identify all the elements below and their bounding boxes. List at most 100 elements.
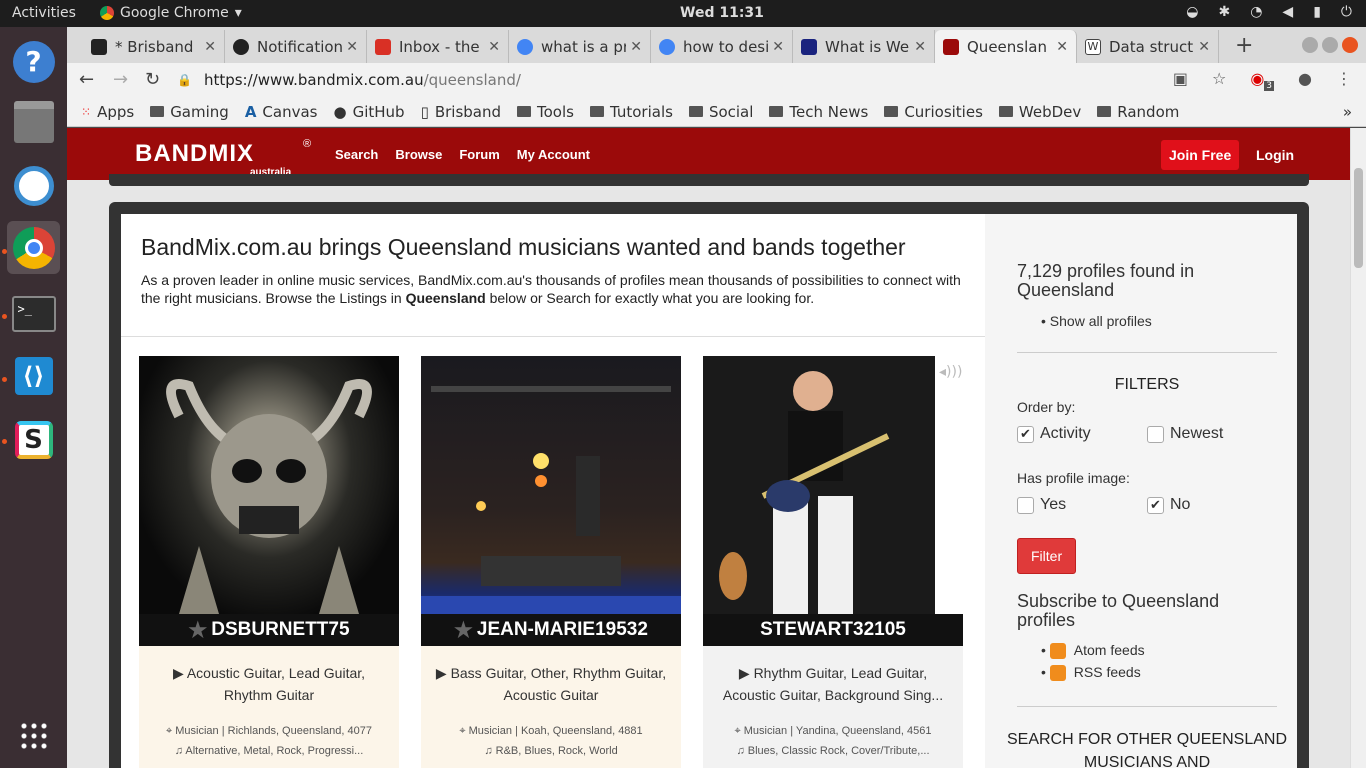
main-content: BandMix.com.au brings Queensland musicia…	[121, 214, 985, 768]
bookmark-tools[interactable]: Tools	[517, 103, 574, 121]
profile-image[interactable]	[139, 356, 399, 614]
tab-what-is-web[interactable]: What is We ✕	[793, 30, 935, 63]
url-bar[interactable]: 🔒 https://www.bandmix.com.au/queensland/	[177, 66, 1217, 94]
close-icon[interactable]: ✕	[772, 39, 784, 55]
tab-google-search-1[interactable]: what is a pr ✕	[509, 30, 651, 63]
terminal-app[interactable]: >_	[7, 287, 60, 340]
power-icon[interactable]: ⏻	[1341, 4, 1352, 20]
atom-feeds-link[interactable]: • Atom feeds	[1041, 642, 1145, 660]
new-tab-button[interactable]: +	[1235, 33, 1253, 58]
more-bookmarks-chevron-icon[interactable]: »	[1343, 103, 1352, 121]
nav-search[interactable]: Search	[335, 147, 378, 162]
scrollbar-thumb[interactable]	[1354, 168, 1363, 268]
close-icon[interactable]: ✕	[346, 39, 358, 55]
system-tray[interactable]: ◒ ✱ ◔ ◀ ▮ ⏻	[1186, 4, 1352, 20]
close-icon[interactable]: ✕	[1056, 39, 1068, 55]
newest-checkbox[interactable]: Newest	[1147, 425, 1223, 443]
bookmark-curiosities[interactable]: Curiosities	[884, 103, 983, 121]
lock-icon[interactable]: 🔒	[177, 73, 192, 87]
activities-button[interactable]: Activities	[12, 5, 76, 21]
menu-icon[interactable]: ⋮	[1336, 69, 1352, 91]
close-icon[interactable]: ✕	[204, 39, 216, 55]
nav-forum[interactable]: Forum	[459, 147, 499, 162]
close-icon[interactable]: ✕	[630, 39, 642, 55]
speaker-icon[interactable]: ◂)))	[939, 364, 962, 380]
star-icon[interactable]: ★	[454, 618, 473, 643]
extension-icon[interactable]: ◉ 3	[1250, 69, 1275, 92]
app-menu-label: Google Chrome	[120, 5, 229, 21]
bookmark-star-icon[interactable]: ☆	[1212, 69, 1226, 91]
show-apps-button[interactable]	[7, 709, 60, 762]
profile-card[interactable]: ★ DSBURNETT75 ▶ Acoustic Guitar, Lead Gui…	[139, 356, 399, 768]
tab-brisband[interactable]: * Brisband ✕	[83, 30, 225, 63]
bookmark-random[interactable]: Random	[1097, 103, 1179, 121]
profile-image[interactable]	[421, 356, 681, 614]
bookmark-social[interactable]: Social	[688, 103, 753, 121]
join-free-button[interactable]: Join Free	[1161, 140, 1240, 170]
tab-inbox[interactable]: Inbox - the ✕	[367, 30, 509, 63]
filter-button[interactable]: Filter	[1017, 538, 1077, 574]
folder-icon	[517, 106, 532, 117]
show-all-profiles-link[interactable]: • Show all profiles	[1041, 313, 1152, 329]
profile-image[interactable]	[703, 356, 963, 614]
reload-button[interactable]: ↻	[145, 69, 160, 90]
tab-notifications[interactable]: Notification ✕	[225, 30, 367, 63]
checkbox-label: Yes	[1040, 496, 1067, 513]
bookmark-brisband[interactable]: ▯ Brisband	[421, 103, 501, 121]
vscode-app[interactable]: ⟨⟩	[7, 349, 60, 402]
no-checkbox[interactable]: ✔ No	[1147, 496, 1190, 514]
bookmark-webdev[interactable]: WebDev	[998, 103, 1081, 121]
chrome-app[interactable]	[7, 221, 60, 274]
blocked-popup-icon[interactable]: ▣	[1173, 69, 1188, 91]
profile-name[interactable]: ★ DSBURNETT75	[139, 614, 399, 646]
profile-name[interactable]: STEWART32105	[703, 614, 963, 646]
login-link[interactable]: Login	[1256, 147, 1294, 163]
chrome-icon	[12, 226, 55, 269]
bookmark-apps[interactable]: ⁙ Apps	[81, 103, 134, 121]
slack-app[interactable]: S	[7, 413, 60, 466]
help-app[interactable]: ?	[7, 35, 60, 88]
profile-genres: ♫ R&B, Blues, Rock, World	[421, 745, 681, 757]
star-icon[interactable]: ★	[188, 618, 207, 643]
bookmark-github[interactable]: ● GitHub	[333, 103, 404, 121]
bookmark-tech-news[interactable]: Tech News	[769, 103, 868, 121]
page-scrollbar[interactable]	[1350, 128, 1366, 768]
nav-my-account[interactable]: My Account	[517, 147, 590, 162]
tab-queensland[interactable]: Queenslan ✕	[935, 30, 1077, 63]
battery-icon[interactable]: ▮	[1313, 4, 1321, 20]
filters-heading: FILTERS	[1114, 376, 1180, 393]
app-menu[interactable]: Google Chrome ▾	[100, 5, 242, 21]
bookmark-tutorials[interactable]: Tutorials	[589, 103, 673, 121]
files-app[interactable]	[7, 95, 60, 148]
close-icon[interactable]: ✕	[488, 39, 500, 55]
clock[interactable]: Wed 11:31	[680, 5, 764, 21]
bookmark-gaming[interactable]: Gaming	[150, 103, 229, 121]
settings-icon[interactable]: ✱	[1218, 4, 1230, 20]
wifi-icon[interactable]: ◔	[1250, 4, 1262, 20]
maximize-button[interactable]	[1322, 37, 1338, 53]
close-icon[interactable]: ✕	[914, 39, 926, 55]
profile-location: ⌖ Musician | Richlands, Queensland, 4077	[139, 725, 399, 738]
favicon-icon	[91, 38, 107, 55]
profile-name[interactable]: ★ JEAN-MARIE19532	[421, 614, 681, 646]
volume-icon[interactable]: ◀	[1282, 4, 1293, 20]
site-logo[interactable]: BANDMIX ® australia	[135, 138, 311, 178]
avatar[interactable]: ●	[1298, 69, 1312, 91]
profile-card[interactable]: ★ JEAN-MARIE19532 ▶ Bass Guitar, Other, R…	[421, 356, 681, 768]
network-icon[interactable]: ◒	[1186, 4, 1198, 20]
bookmark-canvas[interactable]: A Canvas	[245, 103, 318, 121]
tab-data-structures[interactable]: W Data struct ✕	[1077, 30, 1219, 63]
profile-card[interactable]: STEWART32105 ▶ Rhythm Guitar, Lead Guita…	[703, 356, 963, 768]
minimize-button[interactable]	[1302, 37, 1318, 53]
nav-browse[interactable]: Browse	[395, 147, 442, 162]
divider	[121, 336, 985, 337]
forward-button[interactable]: →	[113, 69, 128, 90]
tab-google-search-2[interactable]: how to desi ✕	[651, 30, 793, 63]
rss-feeds-link[interactable]: • RSS feeds	[1041, 664, 1141, 682]
close-icon[interactable]: ✕	[1198, 39, 1210, 55]
close-window-button[interactable]	[1342, 37, 1358, 53]
simplenote-app[interactable]	[7, 159, 60, 212]
activity-checkbox[interactable]: ✔ Activity	[1017, 425, 1091, 443]
back-button[interactable]: ←	[79, 69, 94, 90]
yes-checkbox[interactable]: Yes	[1017, 496, 1066, 514]
